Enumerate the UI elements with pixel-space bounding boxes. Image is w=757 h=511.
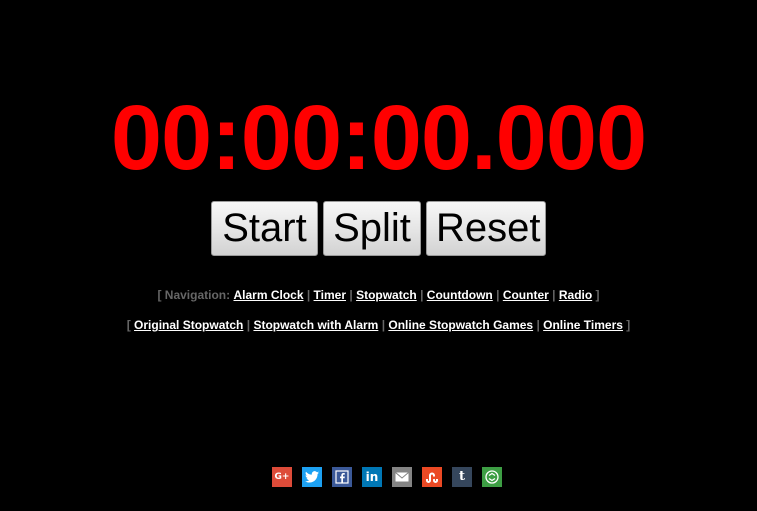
- google-plus-icon[interactable]: G+: [272, 467, 292, 487]
- tumblr-icon[interactable]: t: [452, 467, 472, 487]
- stumbleupon-icon[interactable]: [422, 467, 442, 487]
- nav-link-countdown[interactable]: Countdown: [427, 288, 493, 302]
- nav-separator: |: [306, 288, 311, 302]
- nav-link-stopwatch[interactable]: Stopwatch: [356, 288, 417, 302]
- link-stopwatch-with-alarm[interactable]: Stopwatch with Alarm: [253, 318, 378, 332]
- nav-separator: |: [552, 288, 556, 302]
- link-online-stopwatch-games[interactable]: Online Stopwatch Games: [388, 318, 533, 332]
- start-button[interactable]: Start: [211, 201, 318, 256]
- secondary-links-bar: [ Original Stopwatch | Stopwatch with Al…: [0, 317, 757, 333]
- secondary-separator: |: [536, 318, 540, 332]
- link-original-stopwatch[interactable]: Original Stopwatch: [134, 318, 243, 332]
- share-more-icon[interactable]: [482, 467, 502, 487]
- navigation-bar: [ Navigation: Alarm Clock | Timer | Stop…: [0, 287, 757, 303]
- nav-separator: |: [496, 288, 500, 302]
- split-button[interactable]: Split: [323, 201, 421, 256]
- nav-link-radio[interactable]: Radio: [559, 288, 592, 302]
- nav-link-counter[interactable]: Counter: [503, 288, 549, 302]
- secondary-open-bracket: [: [126, 318, 131, 332]
- navigation-label: Navigation:: [164, 288, 231, 302]
- control-buttons: Start Split Reset: [0, 201, 757, 256]
- secondary-separator: |: [246, 318, 251, 332]
- secondary-separator: |: [381, 318, 386, 332]
- nav-separator: |: [420, 288, 424, 302]
- stopwatch-display: 00:00:00.000: [110, 87, 647, 189]
- nav-link-timer[interactable]: Timer: [314, 288, 346, 302]
- nav-close-bracket: ]: [595, 288, 600, 302]
- nav-open-bracket: [: [157, 288, 162, 302]
- social-share-bar: G+ in t: [272, 467, 502, 487]
- email-icon[interactable]: [392, 467, 412, 487]
- link-online-timers[interactable]: Online Timers: [543, 318, 623, 332]
- facebook-icon[interactable]: [332, 467, 352, 487]
- twitter-icon[interactable]: [302, 467, 322, 487]
- nav-separator: |: [349, 288, 353, 302]
- nav-link-alarm-clock[interactable]: Alarm Clock: [233, 288, 303, 302]
- reset-button[interactable]: Reset: [426, 201, 546, 256]
- linkedin-icon[interactable]: in: [362, 467, 382, 487]
- secondary-close-bracket: ]: [626, 318, 631, 332]
